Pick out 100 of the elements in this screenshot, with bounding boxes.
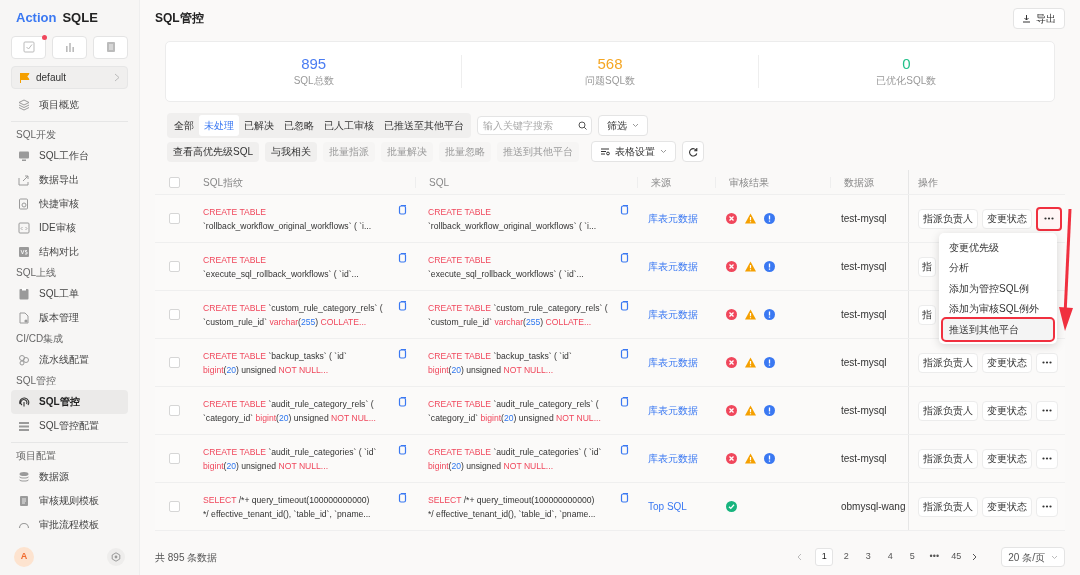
page-button[interactable]: 3 — [859, 548, 878, 566]
filter-tab[interactable]: 全部 — [169, 115, 199, 136]
copy-icon[interactable] — [620, 444, 629, 455]
source-link[interactable]: 库表元数据 — [637, 309, 698, 320]
sql-text: CREATE TABLE `custom_rule_category_rels` ( `custom_rule_id` varchar(255) COLLATE... — [428, 301, 609, 329]
row-checkbox[interactable] — [169, 405, 180, 416]
copy-icon[interactable] — [620, 348, 629, 359]
row-checkbox[interactable] — [169, 261, 180, 272]
source-link[interactable]: Top SQL — [637, 501, 687, 512]
sidebar-item[interactable]: SQL工单 — [11, 281, 128, 306]
filter-tab[interactable]: 未处理 — [199, 115, 239, 136]
sidebar-item[interactable]: 项目概览 — [11, 92, 128, 117]
change-status-button[interactable]: 变更状态 — [982, 496, 1032, 517]
monitor-icon — [18, 149, 30, 162]
change-status-button[interactable]: 变更状态 — [982, 352, 1032, 373]
page-button[interactable]: 1 — [815, 548, 834, 566]
menu-item[interactable]: 添加为审核SQL例外 — [943, 298, 1053, 319]
stat-label: 问题SQL数 — [585, 74, 635, 88]
menu-item[interactable]: 分析 — [943, 257, 1053, 278]
row-checkbox[interactable] — [169, 357, 180, 368]
settings-button[interactable] — [107, 548, 125, 566]
change-status-button[interactable]: 变更状态 — [982, 448, 1032, 469]
copy-icon[interactable] — [620, 252, 629, 263]
copy-icon[interactable] — [398, 300, 407, 311]
assign-owner-button[interactable]: 指 — [918, 304, 936, 325]
copy-icon[interactable] — [398, 204, 407, 215]
source-link[interactable]: 库表元数据 — [637, 453, 698, 464]
row-checkbox[interactable] — [169, 309, 180, 320]
change-status-button[interactable]: 变更状态 — [982, 400, 1032, 421]
table-settings-button[interactable]: 表格设置 — [591, 141, 676, 162]
toolbar-button[interactable] — [93, 35, 128, 59]
filter-tab[interactable]: 已忽略 — [279, 115, 319, 136]
row-checkbox[interactable] — [169, 453, 180, 464]
sidebar-item[interactable]: 数据源 — [11, 464, 128, 489]
row-checkbox[interactable] — [169, 213, 180, 224]
export-button[interactable]: 导出 — [1013, 7, 1065, 29]
copy-icon[interactable] — [398, 348, 407, 359]
section-title: SQL上线 — [15, 266, 57, 280]
sidebar-item[interactable]: 结构对比 — [11, 239, 128, 264]
toolbar-button[interactable]: 与我相关 — [265, 141, 317, 162]
source-link[interactable]: 库表元数据 — [637, 405, 698, 416]
toolbar-button[interactable] — [52, 35, 87, 59]
sql-fingerprint: CREATE TABLE `rollback_workflow_original_workflows` ( `i... — [203, 205, 373, 233]
filter-tab[interactable]: 已解决 — [239, 115, 279, 136]
select-all-checkbox[interactable] — [169, 176, 180, 188]
filter-button[interactable]: 筛选 — [598, 115, 648, 136]
filter-tab[interactable]: 已人工审核 — [319, 115, 379, 136]
project-selector[interactable]: default — [11, 65, 128, 89]
row-checkbox[interactable] — [169, 501, 180, 512]
change-status-button[interactable]: 变更状态 — [982, 208, 1032, 229]
assign-owner-button[interactable]: 指 — [918, 256, 936, 277]
logo-product: SQLE — [62, 9, 98, 27]
menu-item[interactable]: 变更优先级 — [943, 237, 1053, 258]
sidebar-item[interactable]: SQL管控配置 — [11, 413, 128, 438]
page-button[interactable]: 2 — [837, 548, 856, 566]
source-link[interactable]: 库表元数据 — [637, 213, 698, 224]
page-button[interactable]: 45 — [947, 548, 966, 566]
sidebar-item[interactable]: IDE审核 — [11, 215, 128, 240]
copy-icon[interactable] — [398, 396, 407, 407]
menu-item[interactable]: 添加为管控SQL例 — [943, 278, 1053, 299]
copy-icon[interactable] — [620, 396, 629, 407]
menu-item[interactable]: 推送到其他平台 — [943, 319, 1053, 340]
sidebar-item[interactable]: 版本管理 — [11, 305, 128, 330]
copy-icon[interactable] — [398, 492, 407, 503]
datasource-name: test-mysql — [840, 357, 887, 368]
copy-icon[interactable] — [620, 300, 629, 311]
toolbar-button[interactable]: 查看高优先级SQL — [167, 141, 259, 162]
search-field[interactable]: 输入关键字搜索 — [477, 116, 592, 135]
assign-owner-button[interactable]: 指派负责人 — [918, 400, 978, 421]
assign-owner-button[interactable]: 指派负责人 — [918, 448, 978, 469]
assign-owner-button[interactable]: 指派负责人 — [918, 352, 978, 373]
copy-icon[interactable] — [398, 444, 407, 455]
copy-icon[interactable] — [620, 204, 629, 215]
refresh-button[interactable] — [682, 141, 704, 162]
sidebar-item[interactable]: SQL管控 — [11, 389, 128, 414]
chevron-left-icon — [796, 553, 803, 561]
sidebar-item[interactable]: SQL工作台 — [11, 143, 128, 168]
more-button[interactable] — [1036, 206, 1062, 231]
source-link[interactable]: 库表元数据 — [637, 357, 698, 368]
toolbar-button[interactable] — [11, 35, 46, 59]
page-button[interactable]: ••• — [925, 548, 944, 566]
sidebar-item[interactable]: 审批流程模板 — [11, 512, 128, 537]
page-button[interactable]: 4 — [881, 548, 900, 566]
assign-owner-button[interactable]: 指派负责人 — [918, 496, 978, 517]
sql-text: CREATE TABLE `audit_rule_categories` ( `id` bigint(20) unsigned NOT NULL... — [428, 445, 603, 473]
stat-value: 0 — [902, 55, 911, 73]
filter-tab[interactable]: 已推送至其他平台 — [379, 115, 469, 136]
sidebar-item[interactable]: 流水线配置 — [11, 347, 128, 372]
download-icon — [1022, 13, 1031, 23]
error-icon — [726, 309, 737, 320]
page-button[interactable]: 5 — [903, 548, 922, 566]
page-size-selector[interactable]: 20 条/页 — [1001, 547, 1065, 567]
sidebar-item[interactable]: 数据导出 — [11, 167, 128, 192]
source-link[interactable]: 库表元数据 — [637, 261, 698, 272]
sidebar-item[interactable]: 审核规则模板 — [11, 488, 128, 513]
sidebar-item[interactable]: 快捷审核 — [11, 191, 128, 216]
more-icon — [1042, 361, 1052, 364]
copy-icon[interactable] — [620, 492, 629, 503]
assign-owner-button[interactable]: 指派负责人 — [918, 208, 978, 229]
copy-icon[interactable] — [398, 252, 407, 263]
